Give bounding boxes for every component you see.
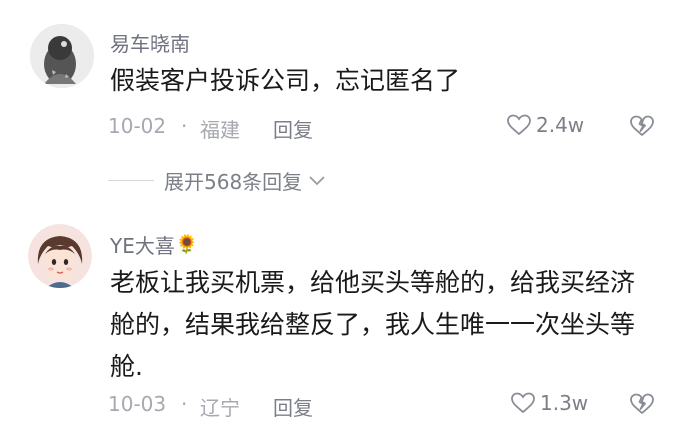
divider-line [108, 180, 154, 181]
comment-text-line: 老板让我买机票，给他买头等舱的，给我买经济 [110, 268, 636, 297]
comment-text: 假装客户投诉公司，忘记匿名了 [110, 66, 461, 95]
dislike-button[interactable] [628, 392, 656, 420]
comment-date: 10-02 [108, 114, 167, 138]
like-button[interactable]: 2.4w [506, 113, 584, 137]
comment-location: 辽宁 [200, 396, 240, 420]
expand-replies[interactable]: 展开568条回复 [108, 166, 326, 195]
separator-dot: · [181, 392, 188, 416]
heart-icon [507, 114, 531, 136]
separator-dot: · [181, 114, 188, 138]
comment-text-line: 舱的，结果我给整反了，我人生唯一一次坐头等 [110, 310, 636, 339]
avatar-image [28, 224, 92, 288]
reply-button[interactable]: 回复 [273, 392, 313, 421]
username[interactable]: 易车晓南 [110, 28, 190, 57]
comment-text: 老板让我买机票，给他买头等舱的，给我买经济 舱的，结果我给整反了，我人生唯一一次… [110, 262, 635, 388]
like-count: 2.4w [536, 113, 585, 137]
broken-heart-icon [630, 393, 654, 414]
chevron-down-icon [309, 175, 325, 185]
username-row[interactable]: YE大喜 🌻 [110, 230, 198, 259]
heart-icon [511, 392, 535, 414]
avatar-image [30, 24, 94, 88]
avatar[interactable] [28, 224, 92, 288]
username: YE大喜 [110, 234, 175, 258]
dislike-button[interactable] [628, 114, 656, 142]
sunflower-emoji: 🌻 [175, 234, 199, 255]
broken-heart-icon [630, 115, 654, 136]
comment-date: 10-03 [108, 392, 167, 416]
expand-replies-label: 展开568条回复 [164, 170, 303, 194]
comment-text-line: 舱. [110, 352, 143, 381]
like-button[interactable]: 1.3w [510, 391, 588, 415]
avatar[interactable] [30, 24, 94, 88]
comment-location: 福建 [200, 118, 240, 142]
reply-button[interactable]: 回复 [273, 114, 313, 143]
like-count: 1.3w [540, 391, 589, 415]
